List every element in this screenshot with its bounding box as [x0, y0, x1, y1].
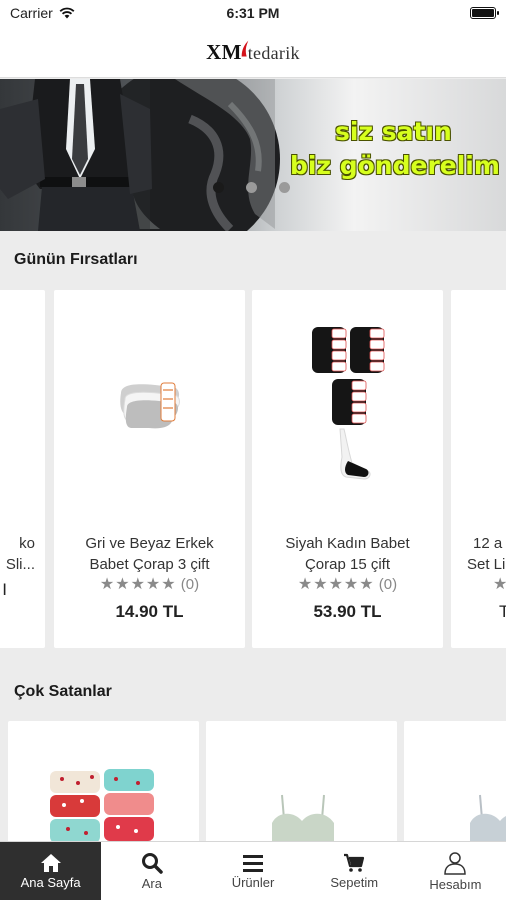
tab-cart[interactable]: Sepetim	[304, 842, 405, 900]
product-name-line: Sli...	[5, 556, 35, 573]
product-price: T	[499, 602, 506, 621]
carousel-dot[interactable]	[246, 182, 257, 193]
product-card[interactable]	[8, 721, 199, 841]
product-price: 14.90 TL	[115, 602, 184, 621]
carrier-label: Carrier	[10, 5, 53, 21]
product-card[interactable]: ko Sli... I	[0, 290, 45, 648]
battery-fill	[472, 9, 494, 17]
logo-tedarik: tedarik	[247, 42, 300, 63]
cart-icon	[344, 853, 365, 872]
app-header: XM tedarik	[0, 26, 506, 78]
section-title-bestsellers: Çok Satanlar	[14, 683, 112, 700]
product-name-line: Babet Çorap 3 çift	[89, 556, 210, 573]
product-card[interactable]	[404, 721, 506, 841]
product-rating: ★	[451, 574, 506, 594]
app-root: Carrier 6:31 PM XM tedarik siz satın biz…	[0, 0, 506, 900]
brand-logo[interactable]: XM tedarik	[206, 39, 300, 65]
search-icon	[141, 852, 163, 874]
carousel-dot[interactable]	[279, 182, 290, 193]
carousel-dots[interactable]	[213, 182, 290, 193]
carousel-dot[interactable]	[213, 182, 224, 193]
product-name-line: 12 a	[473, 535, 503, 552]
tab-label: Sepetim	[330, 874, 379, 890]
product-rating: ★★★★★ (0)	[252, 574, 443, 594]
socks-grey-white-image	[119, 382, 180, 429]
underwear-pack-image	[50, 769, 154, 841]
tab-label: Ana Sayfa	[20, 874, 81, 890]
product-rating: ★★★★★ (0)	[54, 574, 245, 594]
product-name-line: Gri ve Beyaz Erkek	[85, 535, 214, 552]
rating-stars: ★★★★★	[99, 576, 177, 593]
tab-search[interactable]: Ara	[101, 842, 202, 900]
section-title-deals: Günün Fırsatları	[14, 251, 138, 268]
product-card[interactable]: Gri ve Beyaz Erkek Babet Çorap 3 çift ★★…	[54, 290, 245, 648]
product-name: Siyah Kadın Babet Çorap 15 çift	[258, 533, 437, 575]
product-card[interactable]: Siyah Kadın Babet Çorap 15 çift ★★★★★ (0…	[252, 290, 443, 648]
menu-icon	[243, 854, 263, 872]
status-time: 6:31 PM	[226, 5, 280, 21]
tab-label: Ürünler	[231, 874, 275, 890]
tab-label: Hesabım	[429, 876, 482, 892]
product-image	[54, 290, 245, 520]
status-left: Carrier	[10, 5, 75, 21]
product-name: ko Sli...	[0, 533, 39, 575]
tab-home[interactable]: Ana Sayfa	[0, 842, 102, 900]
battery-icon	[470, 7, 499, 19]
logo-xm: XM	[206, 39, 242, 64]
bra-image	[272, 794, 334, 841]
tab-bar: Ana Sayfa Ara Ürünler Sepetim Hesabım	[0, 841, 506, 900]
tab-products[interactable]: Ürünler	[202, 842, 303, 900]
deals-carousel[interactable]: ko Sli... I Gri ve Beyaz Erkek Babet Çor…	[0, 290, 506, 650]
product-name-line: Set Li	[467, 556, 506, 573]
promo-banner[interactable]: siz satın biz gönderelim	[0, 79, 506, 231]
user-icon	[444, 851, 467, 875]
banner-line-2: biz gönderelim	[290, 151, 500, 180]
status-bar: Carrier 6:31 PM	[0, 0, 506, 26]
tab-label: Ara	[141, 875, 162, 891]
product-card[interactable]: 12 a Set Li ★ T	[451, 290, 506, 648]
product-image	[252, 290, 443, 520]
product-name: Gri ve Beyaz Erkek Babet Çorap 3 çift	[60, 533, 239, 575]
banner-line-1: siz satın	[335, 117, 452, 146]
product-price: I	[2, 580, 7, 599]
product-card[interactable]	[206, 721, 397, 841]
bra-image	[470, 794, 506, 841]
socks-black-image	[311, 327, 384, 480]
product-name-line: ko	[19, 535, 35, 552]
rating-count: (0)	[378, 576, 398, 593]
product-name: 12 a Set Li	[457, 533, 506, 575]
product-price: 53.90 TL	[313, 602, 382, 621]
product-name-line: Çorap 15 çift	[304, 556, 391, 573]
product-name-line: Siyah Kadın Babet	[285, 535, 410, 552]
home-icon	[40, 853, 61, 872]
rating-stars: ★★★★★	[297, 576, 375, 593]
bestsellers-carousel[interactable]	[0, 721, 506, 841]
tab-account[interactable]: Hesabım	[405, 842, 506, 900]
wifi-icon	[59, 7, 75, 19]
rating-stars: ★	[493, 576, 506, 593]
rating-count: (0)	[180, 576, 200, 593]
